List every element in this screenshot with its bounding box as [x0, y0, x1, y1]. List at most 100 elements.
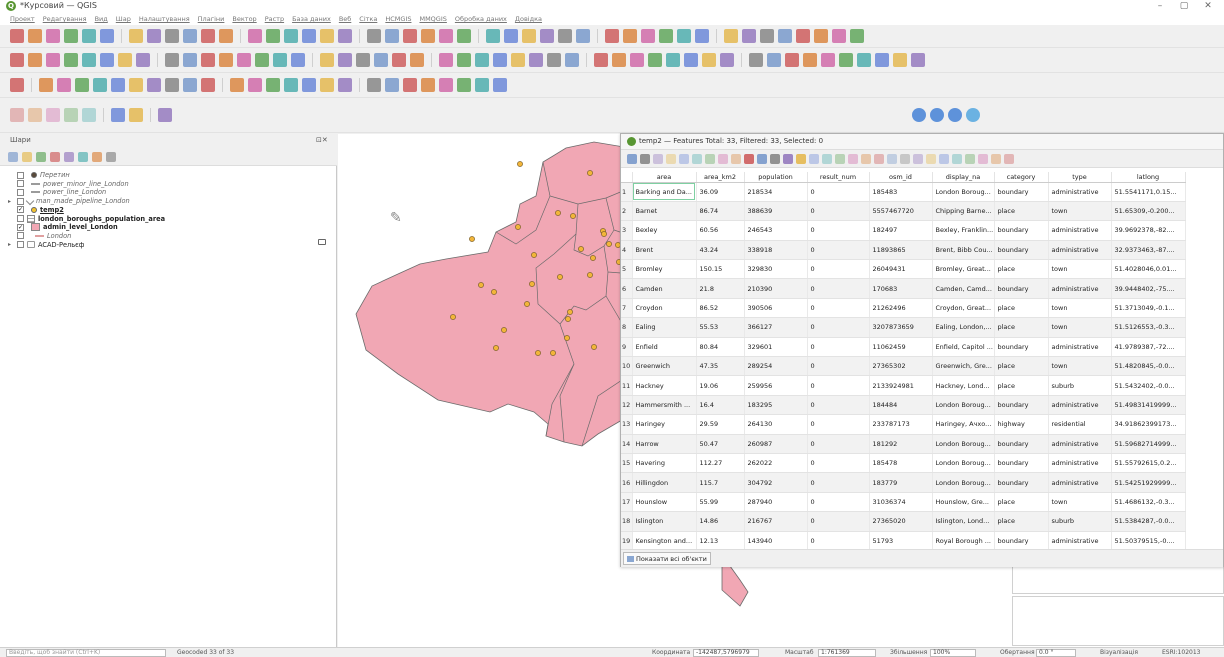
table-cell[interactable]: Hammersmith ...	[632, 395, 697, 416]
attribute-toolbar-icon[interactable]	[757, 153, 767, 164]
toolbar-tool-icon[interactable]	[457, 53, 471, 67]
temp2-point[interactable]	[515, 224, 521, 230]
table-cell[interactable]: 39.9448402,-75....	[1111, 278, 1186, 299]
toolbar-tool-icon[interactable]	[605, 29, 619, 43]
toolbar-tool-icon[interactable]	[785, 53, 799, 67]
attribute-toolbar-icon[interactable]	[770, 153, 780, 164]
table-cell[interactable]: place	[994, 375, 1049, 396]
temp2-point[interactable]	[601, 231, 607, 237]
table-cell[interactable]: town	[1048, 298, 1112, 319]
table-cell[interactable]: boundary	[994, 531, 1049, 551]
table-cell[interactable]: 80.84	[696, 337, 745, 358]
toolbar-tool-icon[interactable]	[720, 53, 734, 67]
attribute-toolbar-icon[interactable]	[653, 153, 663, 164]
table-row[interactable]: 8 Ealing 55.53 366127 0 3207873659 Ealing, Lon…	[621, 317, 1186, 338]
table-cell[interactable]: boundary	[994, 240, 1049, 261]
layer-visibility-checkbox[interactable]: ✓	[17, 223, 24, 231]
row-number[interactable]: 19	[621, 531, 633, 551]
table-cell[interactable]: 50.47	[696, 434, 745, 454]
layer-item[interactable]: ▸ ACAD-Рельєф	[8, 240, 84, 250]
toolbar-tool-icon[interactable]	[749, 53, 763, 67]
attribute-toolbar-icon[interactable]	[627, 153, 637, 164]
rotation-field[interactable]: 0.0 °	[1036, 649, 1076, 657]
table-cell[interactable]: 183295	[744, 395, 808, 416]
toolbar-tool-icon[interactable]	[511, 53, 525, 67]
toolbar-tool-icon[interactable]	[75, 78, 89, 92]
toolbar-tool-icon[interactable]	[64, 108, 78, 122]
attribute-toolbar-icon[interactable]	[952, 153, 962, 164]
table-cell[interactable]: 86.74	[696, 201, 745, 222]
toolbar-tool-icon[interactable]	[623, 29, 637, 43]
table-cell[interactable]: Barnet	[632, 201, 697, 222]
menu-item-8[interactable]: База даних	[292, 13, 331, 25]
table-cell[interactable]: 0	[807, 182, 870, 202]
temp2-point[interactable]	[590, 255, 596, 261]
table-cell[interactable]: 150.15	[696, 259, 745, 280]
row-number[interactable]: 8	[621, 317, 633, 338]
close-button[interactable]: ✕	[1196, 0, 1220, 13]
menu-item-13[interactable]: Обробка даних	[455, 13, 507, 25]
table-cell[interactable]: Barking and Da...	[632, 182, 697, 202]
toolbar-tool-icon[interactable]	[594, 53, 608, 67]
table-cell[interactable]: place	[994, 492, 1049, 513]
toolbar-tool-icon[interactable]	[911, 53, 925, 67]
temp2-point[interactable]	[529, 281, 535, 287]
table-cell[interactable]: Royal Borough ...	[932, 531, 995, 551]
layer-visibility-checkbox[interactable]: ✓	[17, 206, 24, 214]
table-cell[interactable]: 39.9692378,-82....	[1111, 220, 1186, 241]
style-icon[interactable]	[78, 151, 88, 162]
table-cell[interactable]: 51.54251929999...	[1111, 472, 1186, 493]
toolbar-tool-icon[interactable]	[385, 29, 399, 43]
table-cell[interactable]: place	[994, 201, 1049, 222]
toolbar-tool-icon[interactable]	[439, 53, 453, 67]
table-cell[interactable]: 304792	[744, 472, 808, 493]
table-cell[interactable]: 12.13	[696, 531, 745, 551]
table-row[interactable]: 2 Barnet 86.74 388639 0 5557467720 Chipping Ba…	[621, 201, 1186, 222]
toolbar-tool-icon[interactable]	[338, 53, 352, 67]
menu-item-2[interactable]: Вид	[95, 13, 108, 25]
toolbar-tool-icon[interactable]	[302, 29, 316, 43]
menu-item-5[interactable]: Плагіни	[198, 13, 225, 25]
attribute-toolbar-icon[interactable]	[913, 153, 923, 164]
table-cell[interactable]: administrative	[1048, 531, 1112, 551]
attribute-toolbar-icon[interactable]	[835, 153, 845, 164]
attribute-toolbar-icon[interactable]	[796, 153, 806, 164]
table-cell[interactable]: 14.86	[696, 511, 745, 532]
temp2-point[interactable]	[535, 350, 541, 356]
table-cell[interactable]: 0	[807, 511, 870, 532]
toolbar-tool-icon[interactable]	[684, 53, 698, 67]
column-header-latlong[interactable]: latlong	[1111, 172, 1186, 183]
table-cell[interactable]: 34.91862399173...	[1111, 414, 1186, 435]
toolbar-tool-icon[interactable]	[540, 29, 554, 43]
table-cell[interactable]: 0	[807, 414, 870, 435]
toolbar-tool-icon[interactable]	[165, 78, 179, 92]
table-cell[interactable]: 51.5432402,-0.0...	[1111, 375, 1186, 396]
toolbar-tool-icon[interactable]	[82, 53, 96, 67]
magnifier-field[interactable]: 100%	[930, 649, 976, 657]
attribute-toolbar-icon[interactable]	[939, 153, 949, 164]
table-cell[interactable]: Enfield	[632, 337, 697, 358]
toolbar-tool-icon[interactable]	[158, 108, 172, 122]
temp2-point[interactable]	[524, 301, 530, 307]
table-row[interactable]: 3 Bexley 60.56 246543 0 182497 Bexley, Frankli…	[621, 220, 1186, 241]
temp2-point[interactable]	[578, 246, 584, 252]
table-cell[interactable]: 181292	[869, 434, 933, 454]
expander-icon[interactable]: ▸	[8, 241, 14, 248]
toolbar-tool-icon[interactable]	[576, 29, 590, 43]
attribute-toolbar-icon[interactable]	[874, 153, 884, 164]
table-row[interactable]: 19 Kensington and... 12.13 143940 0 51793 Roya…	[621, 531, 1186, 551]
table-cell[interactable]: 0	[807, 356, 870, 377]
globe-icon[interactable]	[930, 108, 944, 122]
toolbar-tool-icon[interactable]	[201, 78, 215, 92]
toolbar-tool-icon[interactable]	[129, 108, 143, 122]
toolbar-tool-icon[interactable]	[677, 29, 691, 43]
table-cell[interactable]: Hillingdon	[632, 472, 697, 493]
table-cell[interactable]: 0	[807, 337, 870, 358]
expander-icon[interactable]: ▸	[8, 198, 14, 205]
table-cell[interactable]: boundary	[994, 220, 1049, 241]
temp2-point[interactable]	[550, 350, 556, 356]
toolbar-tool-icon[interactable]	[129, 78, 143, 92]
table-cell[interactable]: 0	[807, 531, 870, 551]
attribute-toolbar-icon[interactable]	[900, 153, 910, 164]
toolbar-tool-icon[interactable]	[129, 29, 143, 43]
